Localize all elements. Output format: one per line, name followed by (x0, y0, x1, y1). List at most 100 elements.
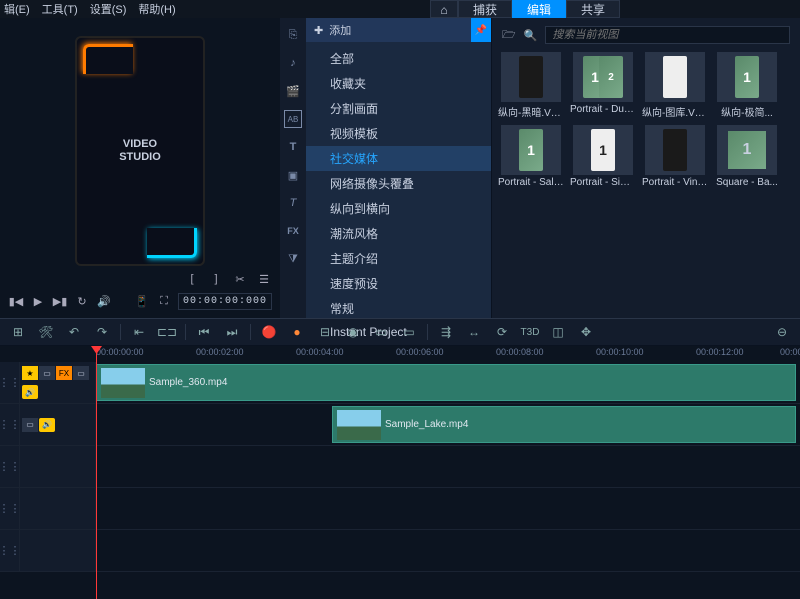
marker-icon[interactable]: ◉ (341, 322, 365, 342)
camera-icon[interactable]: 🎬 (284, 82, 302, 100)
thumb-item[interactable]: Portrait - Vinta... (642, 125, 708, 188)
cat-item-trendy[interactable]: 潮流风格 (306, 221, 491, 246)
path-t-icon[interactable]: T (284, 194, 302, 212)
tab-share[interactable]: 共享 (566, 0, 620, 18)
ruler-mark: 00:00:00:00 (96, 347, 144, 357)
thumb-item[interactable]: 1Portrait - Sale.V... (498, 125, 564, 188)
t3d-icon[interactable]: T3D (518, 322, 542, 342)
tab-capture[interactable]: 捕获 (458, 0, 512, 18)
playhead[interactable] (96, 352, 97, 599)
clip-sample-lake[interactable]: Sample_Lake.mp4 (332, 406, 796, 443)
expand-icon[interactable]: ⛶ (156, 294, 172, 310)
cat-item-webcam[interactable]: 网络摄像头覆叠 (306, 171, 491, 196)
mask-icon[interactable]: ◫ (546, 322, 570, 342)
mark-in-icon[interactable]: ⇤ (127, 322, 151, 342)
thumb-item[interactable]: 1Square - Ba... (714, 125, 780, 188)
pan-icon[interactable]: ✥ (574, 322, 598, 342)
folder-open-icon[interactable]: 🗁 (502, 26, 516, 45)
play-icon[interactable]: ▶ (30, 294, 46, 310)
cat-item-all[interactable]: 全部 (306, 46, 491, 71)
timeline-ruler[interactable]: 00:00:00:00 00:00:02:00 00:00:04:00 00:0… (0, 346, 800, 362)
star-icon[interactable]: ★ (22, 366, 38, 380)
search-icon: 🔍 (524, 29, 538, 42)
fx-icon[interactable]: FX (284, 222, 302, 240)
clip-thumbnail (337, 410, 381, 440)
overlay-mini-icon[interactable]: ▭ (22, 418, 38, 432)
menu-tools[interactable]: 工具(T) (42, 1, 78, 17)
track-handle-icon[interactable]: ⋮⋮ (0, 362, 20, 403)
device-icon[interactable]: 📱 (134, 294, 150, 310)
import-icon[interactable]: ⎘ (284, 26, 302, 44)
fx-mini-icon[interactable]: FX (56, 366, 72, 380)
menu-settings[interactable]: 设置(S) (90, 1, 127, 17)
zoom-out-icon[interactable]: ⊖ (770, 322, 794, 342)
ruler-mark: 00:00:12:00 (696, 347, 744, 357)
track-content[interactable] (96, 446, 800, 487)
skip-back-icon[interactable]: ⏮ (192, 322, 216, 342)
video-mini-icon[interactable]: ▭ (39, 366, 55, 380)
ripple-icon[interactable]: ⇶ (434, 322, 458, 342)
track-content[interactable] (96, 530, 800, 571)
thumb-item[interactable]: 纵向-图库.VSP (642, 52, 708, 119)
tab-edit[interactable]: 编辑 (512, 0, 566, 18)
volume-icon[interactable]: 🔊 (96, 294, 112, 310)
subtitle-icon[interactable]: ▭ (369, 322, 393, 342)
cat-item-intro[interactable]: 主题介绍 (306, 246, 491, 271)
library-panel: 🗁 🔍 纵向-黑暗.VSP 12Portrait - Dual... 纵向-图库… (492, 18, 800, 318)
tools-icon[interactable]: 🛠 (34, 322, 58, 342)
frame-icon[interactable]: ▣ (284, 166, 302, 184)
track-handle-icon[interactable]: ⋮⋮ (0, 446, 20, 487)
record-icon[interactable]: 🔴 (257, 322, 281, 342)
cut-icon[interactable]: ✂ (232, 271, 248, 287)
search-input[interactable] (545, 26, 790, 44)
plus-icon[interactable]: ✚ (314, 24, 323, 37)
cat-item-portrait-landscape[interactable]: 纵向到横向 (306, 196, 491, 221)
track-content[interactable]: Sample_360.mp4 (96, 362, 800, 403)
cc-icon[interactable]: ▭ (397, 322, 421, 342)
sound-mini-icon[interactable]: 🔊 (22, 385, 38, 399)
track-content[interactable] (96, 488, 800, 529)
title-ab-icon[interactable]: AB (284, 110, 302, 128)
overlay-track-1: ⋮⋮ ▭ 🔊 Sample_Lake.mp4 (0, 404, 800, 446)
layout-icon[interactable]: ⊞ (6, 322, 30, 342)
mic-icon[interactable]: ● (285, 322, 309, 342)
clip-sample-360[interactable]: Sample_360.mp4 (96, 364, 796, 401)
motion-icon[interactable]: ⟳ (490, 322, 514, 342)
mini-icon[interactable]: ▭ (73, 366, 89, 380)
thumb-item[interactable]: 1纵向-极简... (714, 52, 780, 119)
loop-icon[interactable]: ↻ (74, 294, 90, 310)
scroll-icon[interactable]: ↔ (462, 322, 486, 342)
menu-edit[interactable]: 辑(E) (4, 1, 30, 17)
thumb-item[interactable]: 1Portrait - Simpl... (570, 125, 636, 188)
sound-mini-icon[interactable]: 🔊 (39, 418, 55, 432)
music-icon[interactable]: ♪ (284, 54, 302, 72)
menu-help[interactable]: 帮助(H) (138, 1, 175, 17)
mark-in-icon[interactable]: [ (184, 271, 200, 287)
options-icon[interactable]: ☰ (256, 271, 272, 287)
text-t-icon[interactable]: T (284, 138, 302, 156)
timecode-display[interactable]: 00:00:00:000 (178, 293, 272, 310)
cat-item-general[interactable]: 常规 (306, 296, 491, 321)
pin-icon[interactable]: 📌 (471, 18, 491, 42)
skip-fwd-icon[interactable]: ⏭ (220, 322, 244, 342)
thumb-item[interactable]: 纵向-黑暗.VSP (498, 52, 564, 119)
track-handle-icon[interactable]: ⋮⋮ (0, 404, 20, 445)
chapter-icon[interactable]: ⊟ (313, 322, 337, 342)
track-handle-icon[interactable]: ⋮⋮ (0, 488, 20, 529)
undo-icon[interactable]: ↶ (62, 322, 86, 342)
cat-item-speed[interactable]: 速度预设 (306, 271, 491, 296)
track-content[interactable]: Sample_Lake.mp4 (96, 404, 800, 445)
cat-item-split[interactable]: 分割画面 (306, 96, 491, 121)
mark-range-icon[interactable]: ⊏⊐ (155, 322, 179, 342)
redo-icon[interactable]: ↷ (90, 322, 114, 342)
tab-home[interactable]: ⌂ (430, 0, 458, 18)
cat-item-video-template[interactable]: 视频模板 (306, 121, 491, 146)
cat-item-favorites[interactable]: 收藏夹 (306, 71, 491, 96)
thumb-item[interactable]: 12Portrait - Dual... (570, 52, 636, 119)
track-handle-icon[interactable]: ⋮⋮ (0, 530, 20, 571)
next-icon[interactable]: ▶▮ (52, 294, 68, 310)
filter-icon[interactable]: ⧩ (284, 250, 302, 268)
cat-item-social-media[interactable]: 社交媒体 (306, 146, 491, 171)
mark-out-icon[interactable]: ] (208, 271, 224, 287)
prev-icon[interactable]: ▮◀ (8, 294, 24, 310)
